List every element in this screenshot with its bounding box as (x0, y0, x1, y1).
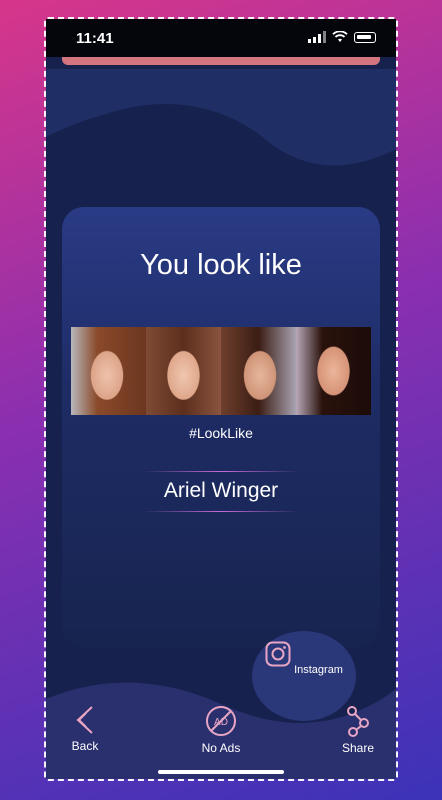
no-ads-label: No Ads (201, 741, 241, 755)
celebrity-name: Ariel Winger (163, 479, 279, 502)
signal-icon (308, 31, 326, 43)
header-wave (46, 69, 396, 166)
no-ads-icon-text: AD (214, 717, 228, 728)
instagram-icon (265, 641, 291, 667)
hashtag-label: #LookLike (189, 425, 253, 441)
morph-photo-strip (71, 327, 371, 415)
face-photo (71, 327, 146, 415)
share-button[interactable]: Share (336, 705, 380, 755)
divider (142, 511, 300, 512)
instagram-share-button[interactable]: Instagram (252, 641, 356, 676)
back-button[interactable]: Back (66, 705, 104, 753)
back-chevron-icon (76, 706, 93, 734)
face-photo (296, 327, 371, 415)
battery-icon (354, 31, 376, 43)
back-label: Back (71, 739, 99, 753)
divider (142, 471, 300, 472)
status-bar: 11:41 (46, 19, 396, 57)
home-indicator[interactable] (158, 770, 284, 774)
instagram-label: Instagram (294, 664, 343, 676)
share-icon (347, 706, 369, 737)
result-title: You look like (140, 249, 302, 281)
no-ads-button[interactable]: AD No Ads (194, 705, 248, 755)
status-time: 11:41 (76, 30, 114, 47)
face-photo (146, 327, 221, 415)
wifi-icon (332, 31, 348, 42)
result-card: You look like #LookLike Ariel Winger (62, 207, 380, 647)
phone-screen: 11:41 You look like #LookLike Ariel Wing… (46, 19, 396, 779)
no-ads-icon: AD (206, 706, 236, 736)
status-icons (308, 31, 376, 43)
face-photo (221, 327, 296, 415)
share-label: Share (341, 741, 375, 755)
